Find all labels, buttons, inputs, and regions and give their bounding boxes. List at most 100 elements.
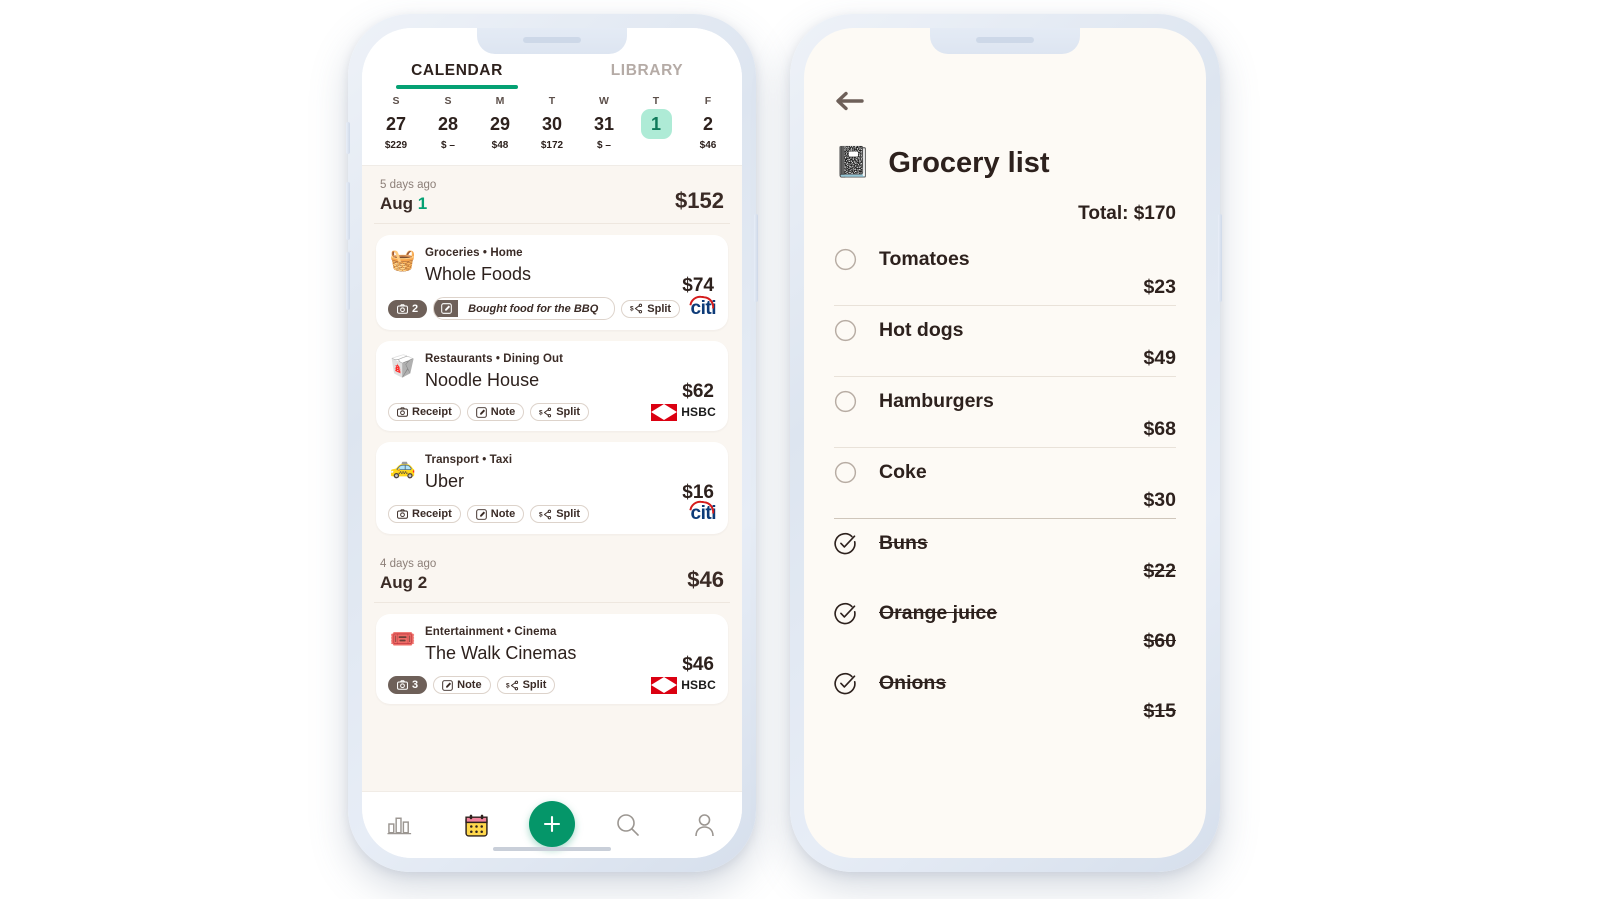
nav-add-button[interactable] — [529, 801, 575, 847]
day-number: 30 — [541, 114, 563, 134]
transaction-card[interactable]: 🧺 Groceries • Home Whole Foods $74 2 Bou… — [376, 235, 728, 330]
back-button[interactable] — [834, 90, 868, 120]
day-label: 2 — [417, 573, 428, 592]
grocery-list-screen: 📓 Grocery list Total: $170 Tomatoes $23 — [804, 28, 1206, 858]
add-plus-icon[interactable] — [529, 801, 575, 847]
circle-empty-icon — [834, 461, 857, 484]
transaction-card[interactable]: 🎟️ Entertainment • Cinema The Walk Cinem… — [376, 614, 728, 704]
receipt-chip[interactable]: Receipt — [388, 403, 461, 421]
note-icon — [475, 406, 487, 418]
tab-calendar[interactable]: CALENDAR — [362, 62, 552, 89]
back-arrow-icon — [836, 91, 864, 111]
day-of-week: M — [495, 95, 505, 107]
checkbox-checked[interactable] — [834, 602, 857, 625]
list-item-completed[interactable]: Buns $22 — [834, 519, 1176, 589]
takeout-box-icon: 🥡 — [389, 355, 417, 378]
day-number: 1 — [640, 109, 672, 139]
day-group-aug-1: 5 days ago Aug 1 $152 🧺 Groceries • Home… — [362, 166, 742, 534]
split-chip[interactable]: $ Split — [496, 676, 556, 694]
day-of-week: S — [444, 95, 452, 107]
checkbox-checked[interactable] — [834, 672, 857, 695]
volume-up-button[interactable] — [346, 182, 350, 240]
photo-count-chip[interactable]: 2 — [388, 299, 428, 318]
power-button[interactable] — [1218, 214, 1222, 302]
calendar-icon — [464, 814, 488, 837]
circle-check-icon — [834, 672, 856, 695]
bank-logo-hsbc: HSBC — [651, 676, 716, 694]
bank-logo-citi: citi — [689, 499, 717, 524]
left-phone-screen-inner: CALENDAR LIBRARY S 27 $229 S 28 $ – M 29 — [362, 28, 742, 858]
hsbc-hexagon-icon — [651, 403, 678, 421]
note-chip[interactable]: Note — [466, 505, 525, 523]
note-chip[interactable]: Bought food for the BBQ — [433, 297, 616, 320]
split-chip[interactable]: $ Split — [530, 403, 590, 421]
split-label: Split — [647, 302, 672, 315]
item-price: $22 — [1143, 560, 1176, 582]
note-chip[interactable]: Note — [466, 403, 525, 421]
day-total: $46 — [687, 567, 724, 592]
date-cell-29[interactable]: M 29 $48 — [474, 95, 526, 155]
hsbc-wordmark: HSBC — [681, 405, 716, 419]
item-price: $30 — [1143, 489, 1176, 511]
hsbc-hexagon-icon — [651, 676, 678, 694]
split-chip[interactable]: $ Split — [530, 505, 590, 523]
svg-text:$: $ — [539, 409, 543, 416]
transaction-category: Entertainment • Cinema — [425, 626, 557, 638]
item-name: Onions — [879, 672, 947, 694]
list-item[interactable]: Hot dogs $49 — [834, 306, 1176, 377]
volume-down-button[interactable] — [346, 252, 350, 310]
checkbox-unchecked[interactable] — [834, 390, 857, 413]
nav-search-button[interactable] — [605, 805, 651, 845]
checkbox-unchecked[interactable] — [834, 319, 857, 342]
relative-date: 5 days ago — [380, 179, 437, 191]
svg-text:$: $ — [539, 511, 543, 518]
list-item-completed[interactable]: Orange juice $60 — [834, 589, 1176, 659]
silent-switch[interactable] — [346, 122, 350, 154]
transaction-feed[interactable]: 5 days ago Aug 1 $152 🧺 Groceries • Home… — [362, 166, 742, 792]
item-price: $15 — [1143, 700, 1176, 722]
note-icon — [441, 303, 452, 314]
day-header: 4 days ago Aug 2 $46 — [374, 545, 730, 603]
nav-stats-button[interactable] — [377, 805, 423, 845]
transaction-card[interactable]: 🚕 Transport • Taxi Uber $16 Receipt Note… — [376, 442, 728, 534]
receipt-chip[interactable]: Receipt — [388, 505, 461, 523]
list-item[interactable]: Hamburgers $68 — [834, 377, 1176, 448]
day-header: 5 days ago Aug 1 $152 — [374, 166, 730, 224]
month-label: Aug — [380, 194, 414, 213]
list-item-completed[interactable]: Onions $15 — [834, 659, 1176, 729]
camera-icon — [397, 303, 408, 314]
item-price: $23 — [1143, 276, 1176, 298]
date-cell-30[interactable]: T 30 $172 — [526, 95, 578, 155]
day-number: 27 — [385, 114, 407, 134]
day-label: 1 — [417, 194, 428, 213]
note-chip[interactable]: Note — [433, 676, 491, 694]
earpiece-speaker — [976, 37, 1034, 43]
date-cell-1-selected[interactable]: T 1 — [630, 95, 682, 155]
transaction-card[interactable]: 🥡 Restaurants • Dining Out Noodle House … — [376, 341, 728, 431]
nav-calendar-button[interactable] — [453, 805, 499, 845]
nav-profile-button[interactable] — [681, 805, 727, 845]
date-cell-31[interactable]: W 31 $ – — [578, 95, 630, 155]
date-cell-27[interactable]: S 27 $229 — [370, 95, 422, 155]
item-name: Coke — [879, 461, 927, 483]
date-cell-2[interactable]: F 2 $46 — [682, 95, 734, 155]
taxi-icon: 🚕 — [389, 456, 417, 479]
photo-count-chip[interactable]: 3 — [388, 676, 428, 694]
item-price: $60 — [1143, 630, 1176, 652]
camera-icon — [397, 680, 408, 690]
profile-person-icon — [694, 814, 714, 837]
stats-bars-icon — [386, 817, 411, 835]
list-item[interactable]: Coke $30 — [834, 448, 1176, 519]
tab-library[interactable]: LIBRARY — [552, 62, 742, 89]
split-chip[interactable]: $ Split — [621, 299, 681, 318]
plus-glyph — [543, 815, 561, 833]
list-item[interactable]: Tomatoes $23 — [834, 235, 1176, 306]
right-phone-screen-inner: 📓 Grocery list Total: $170 Tomatoes $23 — [804, 28, 1206, 858]
checkbox-unchecked[interactable] — [834, 248, 857, 271]
day-date: Aug 1 — [380, 193, 436, 214]
date-cell-28[interactable]: S 28 $ – — [422, 95, 474, 155]
power-button[interactable] — [754, 214, 758, 302]
circle-empty-icon — [834, 319, 857, 342]
checkbox-unchecked[interactable] — [834, 461, 857, 484]
checkbox-checked[interactable] — [834, 532, 857, 555]
